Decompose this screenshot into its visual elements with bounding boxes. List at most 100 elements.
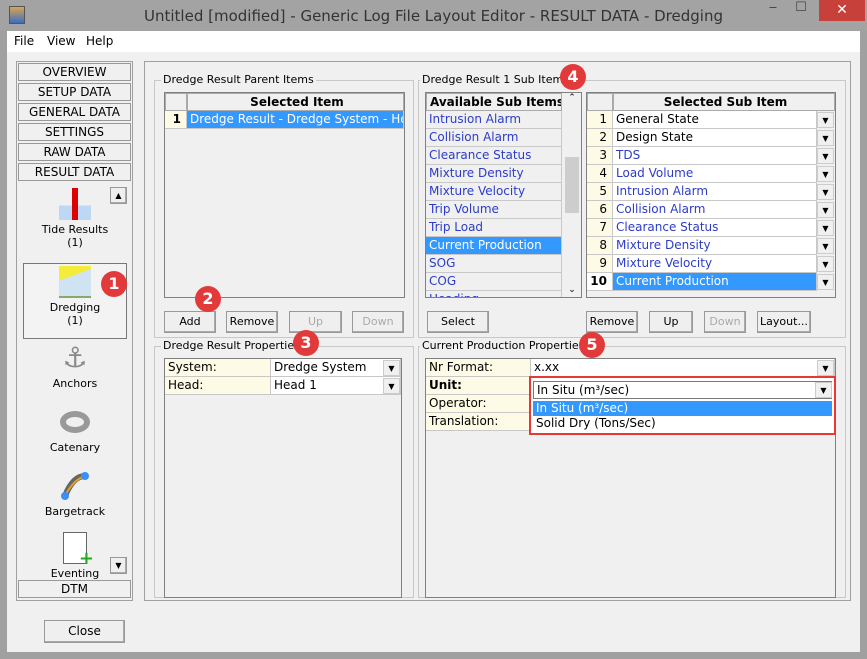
step-badge-2: 2 (195, 286, 221, 312)
available-item[interactable]: Trip Load (426, 219, 562, 237)
menu-view[interactable]: View (47, 34, 75, 48)
minimize-button[interactable]: ‒ (760, 0, 786, 21)
nav-item-anchors[interactable]: ⚓ Anchors (23, 341, 127, 391)
nav-overview[interactable]: OVERVIEW (18, 63, 131, 81)
dropdown-arrow-icon[interactable]: ▼ (383, 378, 400, 394)
selected-sub-item[interactable]: Clearance Status (613, 219, 817, 237)
dropdown-arrow-icon[interactable]: ▼ (383, 360, 400, 376)
down-parent-button[interactable]: Down (352, 311, 404, 333)
window-title: Untitled [modified] - Generic Log File L… (144, 7, 723, 25)
available-item[interactable]: Current Production (426, 237, 562, 255)
scroll-up-icon[interactable]: ⌃ (563, 93, 581, 109)
add-button[interactable]: Add (164, 311, 216, 333)
available-item[interactable]: Intrusion Alarm (426, 111, 562, 129)
nav-item-label: Tide Results (41, 223, 109, 236)
row-number: 3 (587, 147, 613, 165)
available-item[interactable]: Heading (426, 291, 562, 297)
row-number: 7 (587, 219, 613, 237)
step-badge-3: 3 (293, 330, 319, 356)
bargetrack-icon (59, 470, 91, 502)
nav-setup-data[interactable]: SETUP DATA (18, 83, 131, 101)
available-item[interactable]: Trip Volume (426, 201, 562, 219)
nav-item-tide-results[interactable]: Tide Results (1) (23, 188, 127, 249)
nav-settings[interactable]: SETTINGS (18, 123, 131, 141)
row-header-corner (587, 93, 613, 111)
dropdown-arrow-icon[interactable]: ▼ (817, 220, 834, 236)
close-window-button[interactable]: ✕ (819, 0, 865, 21)
up-sub-button[interactable]: Up (649, 311, 693, 333)
up-parent-button[interactable]: Up (289, 311, 342, 333)
menu-help[interactable]: Help (86, 34, 113, 48)
nav-scroll-down[interactable]: ▼ (110, 557, 127, 574)
selected-sub-item[interactable]: TDS (613, 147, 817, 165)
down-sub-button[interactable]: Down (704, 311, 746, 333)
menu-bar (7, 31, 860, 52)
property-label: Head: (165, 377, 271, 395)
nav-raw-data[interactable]: RAW DATA (18, 143, 131, 161)
unit-option[interactable]: Solid Dry (Tons/Sec) (533, 416, 832, 431)
available-item[interactable]: SOG (426, 255, 562, 273)
head-select[interactable]: Head 1 (271, 377, 401, 395)
nav-item-count: (1) (67, 236, 83, 249)
selected-sub-item[interactable]: Intrusion Alarm (613, 183, 817, 201)
scrollbar[interactable]: ⌃ ⌄ (563, 93, 581, 297)
row-number: 10 (587, 273, 613, 291)
unit-option[interactable]: In Situ (m³/sec) (533, 401, 832, 416)
dropdown-arrow-icon[interactable]: ▼ (817, 202, 834, 218)
available-item[interactable]: Mixture Velocity (426, 183, 562, 201)
dropdown-arrow-icon[interactable]: ▼ (817, 184, 834, 200)
row-number: 6 (587, 201, 613, 219)
selected-sub-item[interactable]: Current Production (613, 273, 817, 291)
available-item[interactable]: Mixture Density (426, 165, 562, 183)
available-item[interactable]: Clearance Status (426, 147, 562, 165)
nav-item-label: Catenary (49, 441, 101, 454)
selected-sub-item[interactable]: Mixture Density (613, 237, 817, 255)
nav-result-data[interactable]: RESULT DATA (18, 163, 131, 181)
dropdown-arrow-icon[interactable]: ▼ (817, 112, 834, 128)
anchor-icon: ⚓ (62, 341, 88, 374)
row-header-corner (165, 93, 187, 111)
selected-sub-item[interactable]: Load Volume (613, 165, 817, 183)
selected-sub-item[interactable]: General State (613, 111, 817, 129)
nav-dtm[interactable]: DTM (18, 580, 131, 598)
row-number: 9 (587, 255, 613, 273)
remove-sub-button[interactable]: Remove (586, 311, 638, 333)
dropdown-arrow-icon[interactable]: ▼ (817, 256, 834, 272)
nav-item-catenary[interactable]: Catenary (23, 406, 127, 454)
dredging-icon (59, 266, 91, 298)
dropdown-arrow-icon[interactable]: ▼ (817, 360, 834, 376)
property-label: System: (165, 359, 271, 377)
dropdown-arrow-icon[interactable]: ▼ (817, 148, 834, 164)
select-button[interactable]: Select (427, 311, 489, 333)
dropdown-arrow-icon[interactable]: ▼ (817, 274, 834, 290)
dropdown-arrow-icon[interactable]: ▼ (817, 130, 834, 146)
dropdown-arrow-icon[interactable]: ▼ (815, 382, 832, 398)
group-label: Dredge Result 1 Sub Items (420, 73, 571, 86)
dropdown-arrow-icon[interactable]: ▼ (817, 166, 834, 182)
dropdown-arrow-icon[interactable]: ▼ (817, 238, 834, 254)
selected-sub-item[interactable]: Collision Alarm (613, 201, 817, 219)
scroll-down-icon[interactable]: ⌄ (563, 285, 581, 295)
scrollbar-thumb[interactable] (565, 157, 579, 213)
group-label: Dredge Result Properties (161, 339, 302, 352)
nr-format-select[interactable]: x.xx (531, 359, 835, 377)
nav-item-label: Anchors (52, 377, 98, 390)
selected-sub-item[interactable]: Mixture Velocity (613, 255, 817, 273)
layout-button[interactable]: Layout... (757, 311, 811, 333)
available-sub-items-list: Available Sub Items ⌃ ⌄ Intrusion Alarm C… (425, 92, 582, 298)
menu-file[interactable]: File (14, 34, 34, 48)
available-item[interactable]: Collision Alarm (426, 129, 562, 147)
table-row[interactable]: Dredge Result - Dredge System - Hea... (187, 111, 404, 129)
selected-sub-item[interactable]: Design State (613, 129, 817, 147)
nav-general-data[interactable]: GENERAL DATA (18, 103, 131, 121)
unit-select[interactable]: In Situ (m³/sec) (533, 381, 832, 399)
system-select[interactable]: Dredge System (271, 359, 401, 377)
parent-properties-grid: System: Dredge System ▼ Head: Head 1 ▼ (164, 358, 402, 598)
maximize-button[interactable]: ☐ (788, 0, 814, 21)
row-number: 4 (587, 165, 613, 183)
nav-item-label: Bargetrack (44, 505, 106, 518)
nav-item-bargetrack[interactable]: Bargetrack (23, 470, 127, 518)
available-item[interactable]: COG (426, 273, 562, 291)
remove-parent-button[interactable]: Remove (226, 311, 278, 333)
close-button[interactable]: Close (44, 620, 125, 643)
